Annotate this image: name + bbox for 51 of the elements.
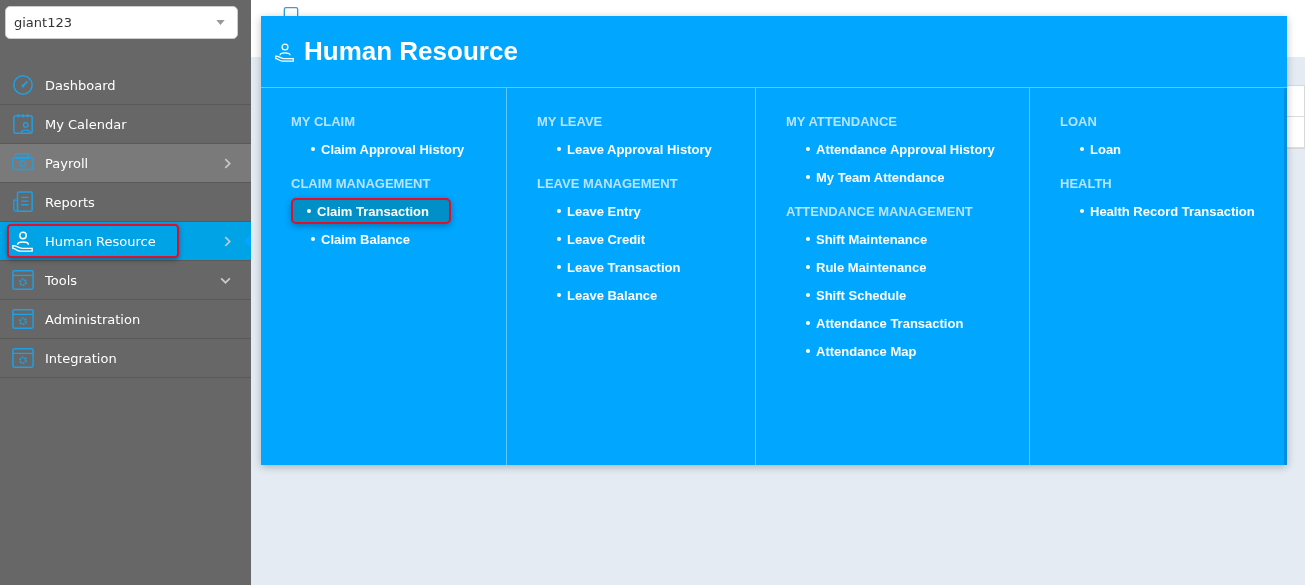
sidebar-item-label: Dashboard [45, 77, 116, 93]
sidebar-item[interactable]: Payroll [0, 144, 251, 183]
company-select[interactable]: giant123 [5, 6, 238, 39]
menu-link[interactable]: Attendance Transaction [800, 310, 970, 336]
sidebar-item[interactable]: Integration [0, 339, 251, 378]
menu-title: Human Resource [304, 36, 518, 67]
sidebar-item-label: Integration [45, 350, 117, 366]
person-hand-icon [12, 230, 34, 252]
sidebar-item-label: My Calendar [45, 116, 127, 132]
sidebar-item-label: Reports [45, 194, 95, 210]
section-heading: MY CLAIM [291, 114, 357, 131]
section-heading: HEALTH [1060, 176, 1113, 193]
menu-link[interactable]: Health Record Transaction [1074, 198, 1261, 224]
caret-icon [216, 20, 225, 25]
section-heading: LEAVE MANAGEMENT [537, 176, 679, 193]
menu-link[interactable]: Leave Balance [551, 282, 664, 308]
menu-link[interactable]: Leave Credit [551, 226, 652, 252]
document-icon [281, 6, 301, 16]
menu-link[interactable]: Attendance Approval History [800, 136, 1001, 162]
sidebar-item[interactable]: Administration [0, 300, 251, 339]
menu-link[interactable]: Attendance Map [800, 338, 923, 364]
gauge-icon [12, 74, 34, 96]
menu-link[interactable]: Claim Approval History [305, 136, 471, 162]
menu-link[interactable]: Leave Entry [551, 198, 647, 224]
section-heading: MY ATTENDANCE [786, 114, 898, 131]
sidebar-item[interactable]: Dashboard [0, 66, 251, 105]
menu-link[interactable]: Loan [1074, 136, 1128, 162]
menu-link[interactable]: Shift Schedule [800, 282, 913, 308]
window-gear-icon [12, 347, 34, 369]
menu-link[interactable]: Leave Transaction [551, 254, 687, 280]
section-heading: ATTENDANCE MANAGEMENT [786, 204, 974, 221]
calendar-icon [12, 113, 34, 135]
menu-link[interactable]: Shift Maintenance [800, 226, 934, 252]
section-heading: LOAN [1060, 114, 1098, 131]
sidebar-item-label: Human Resource [45, 233, 156, 249]
section-heading: MY LEAVE [537, 114, 604, 131]
menu-link[interactable]: Rule Maintenance [800, 254, 933, 280]
sidebar-item[interactable]: Tools [0, 261, 251, 300]
sidebar-item[interactable]: Human Resource [0, 222, 251, 261]
sidebar-item-label: Payroll [45, 155, 89, 171]
section-heading: CLAIM MANAGEMENT [291, 176, 432, 193]
menu-link[interactable]: My Team Attendance [800, 164, 951, 190]
window-gear-icon [12, 269, 34, 291]
menu-link[interactable]: Leave Approval History [551, 136, 718, 162]
person-hand-icon [275, 41, 295, 62]
sidebar-item-label: Administration [45, 311, 141, 327]
menu-link[interactable]: Claim Transaction [291, 198, 451, 224]
menu-link[interactable]: Claim Balance [305, 226, 416, 252]
sidebar-item-label: Tools [45, 272, 78, 288]
window-gear-icon [12, 308, 34, 330]
report-icon [12, 191, 34, 213]
